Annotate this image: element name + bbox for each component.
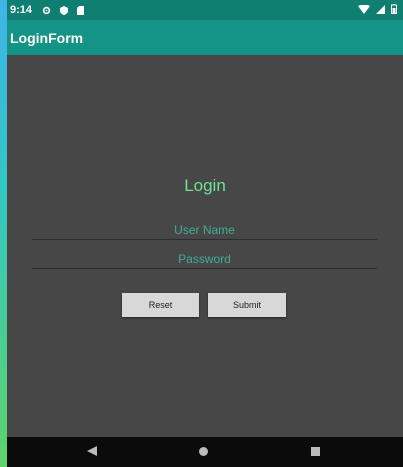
phone-screen: 9:14 LoginForm Login User Name Password … [7,0,403,467]
submit-button[interactable]: Submit [208,293,286,317]
recents-icon[interactable] [311,447,320,456]
password-field[interactable]: Password [32,251,377,269]
back-icon[interactable] [87,446,97,456]
navigation-bar [7,437,403,467]
wifi-icon [358,4,370,14]
signal-icon [376,4,385,14]
status-time: 9:14 [10,4,33,16]
login-heading: Login [184,176,226,195]
status-bar: 9:14 [7,0,403,20]
settings-icon [42,6,51,14]
status-icons-left [42,5,85,15]
sd-card-icon [77,5,85,15]
status-icons-right [358,4,397,14]
username-field[interactable]: User Name [32,222,377,240]
home-icon[interactable] [199,447,208,456]
app-title: LoginForm [10,29,84,46]
shield-icon [60,5,69,15]
battery-icon [391,4,397,14]
app-bar: LoginForm [7,20,403,55]
reset-button[interactable]: Reset [122,293,199,317]
